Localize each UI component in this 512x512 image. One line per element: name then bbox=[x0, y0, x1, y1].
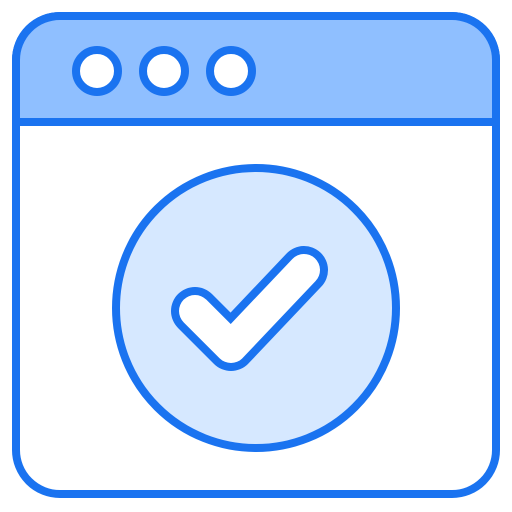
browser-window-checkmark-icon bbox=[12, 12, 500, 498]
window-control-dot-2 bbox=[139, 46, 189, 96]
window-control-dot-1 bbox=[72, 46, 122, 96]
window-control-dot-3 bbox=[206, 46, 256, 96]
browser-check-icon bbox=[0, 0, 512, 512]
